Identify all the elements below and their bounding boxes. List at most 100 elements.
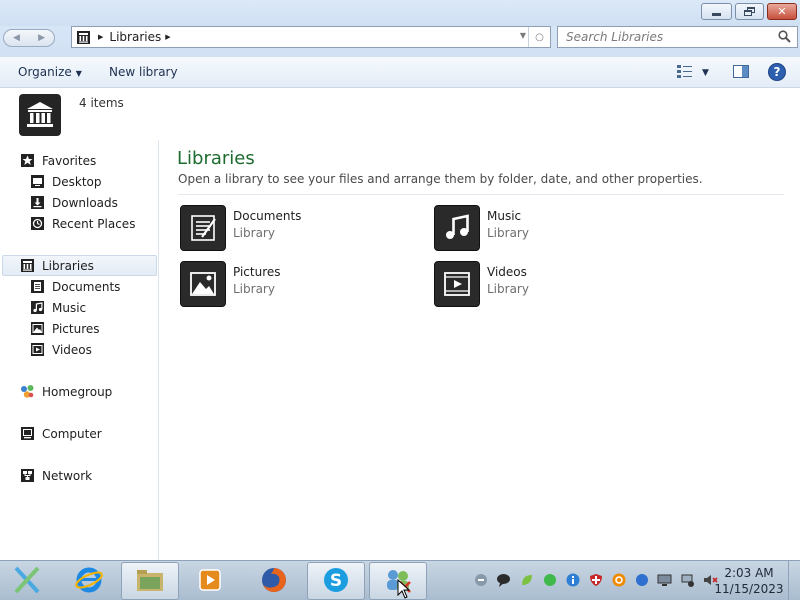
explorer-icon	[135, 567, 165, 596]
sidebar-item-music[interactable]: Music	[30, 297, 86, 318]
sidebar-item-network[interactable]: Network	[20, 465, 92, 486]
sidebar-item-label: Videos	[52, 342, 92, 357]
organize-label: Organize	[18, 65, 72, 79]
star-icon	[20, 153, 35, 168]
breadcrumb-libraries[interactable]: Libraries	[109, 30, 161, 44]
search-icon[interactable]	[778, 30, 791, 46]
forward-arrow-icon[interactable]: ▶	[38, 33, 45, 43]
address-history-dropdown-icon[interactable]: ▼	[520, 31, 526, 40]
change-view-button[interactable]: ▼	[677, 65, 709, 81]
sidebar-item-label: Libraries	[42, 258, 94, 273]
help-button[interactable]: ?	[768, 63, 786, 81]
library-tile-videos[interactable]: Videos Library	[434, 261, 664, 307]
tray-green-app-icon[interactable]	[541, 571, 558, 588]
library-name: Music	[487, 209, 522, 223]
minimize-button[interactable]	[701, 3, 732, 20]
sidebar-item-videos[interactable]: Videos	[30, 339, 92, 360]
breadcrumb-chevron-icon[interactable]: ▶	[165, 33, 170, 41]
address-bar[interactable]: ▶ Libraries ▶ ▼ ○	[71, 26, 551, 48]
item-count: 4 items	[79, 96, 124, 110]
sidebar-item-homegroup[interactable]: Homegroup	[20, 381, 112, 402]
refresh-icon[interactable]: ○	[528, 27, 550, 47]
back-arrow-icon[interactable]: ◀	[13, 33, 20, 43]
command-bar: Organize ▼ New library ▼ ?	[0, 57, 800, 88]
sidebar-item-computer[interactable]: Computer	[20, 423, 102, 444]
library-type: Library	[233, 226, 275, 240]
back-forward-buttons[interactable]: ◀ ▶	[3, 29, 55, 47]
taskbar-windows-explorer[interactable]	[121, 562, 179, 600]
start-icon	[10, 563, 44, 600]
restore-icon	[744, 7, 755, 16]
computer-icon	[20, 426, 35, 441]
downloads-icon	[30, 195, 45, 210]
start-button[interactable]	[0, 562, 54, 600]
skype-icon: S	[321, 565, 351, 598]
tray-leaf-icon[interactable]	[518, 571, 535, 588]
sidebar-item-pictures[interactable]: Pictures	[30, 318, 100, 339]
view-details-icon	[677, 65, 692, 81]
chevron-down-icon: ▼	[75, 69, 82, 78]
taskbar-internet-explorer[interactable]	[60, 562, 118, 600]
taskbar-firefox[interactable]	[245, 562, 303, 600]
tray-bluetooth-icon[interactable]	[633, 571, 650, 588]
view-options-chevron-icon[interactable]: ▼	[702, 68, 709, 78]
media-player-icon	[196, 566, 224, 597]
pictures-icon	[180, 261, 226, 307]
new-library-button[interactable]: New library	[109, 65, 178, 79]
library-type: Library	[233, 282, 275, 296]
sidebar-item-desktop[interactable]: Desktop	[30, 171, 102, 192]
content-area: Libraries Open a library to see your fil…	[160, 140, 800, 560]
preview-pane-button[interactable]	[733, 65, 749, 81]
libraries-icon	[72, 30, 94, 44]
minimize-icon	[712, 13, 721, 16]
sidebar-item-label: Desktop	[52, 174, 102, 189]
details-header: 4 items	[0, 88, 800, 140]
library-tile-documents[interactable]: Documents Library	[180, 205, 410, 251]
library-name: Videos	[487, 265, 527, 279]
system-tray	[472, 571, 719, 588]
sidebar-item-label: Computer	[42, 426, 102, 441]
library-tile-music[interactable]: Music Library	[434, 205, 664, 251]
tray-security-shield-icon[interactable]	[587, 571, 604, 588]
tray-chat-icon[interactable]	[472, 571, 489, 588]
tray-speech-bubble-icon[interactable]	[495, 571, 512, 588]
clock-date: 11/15/2023	[714, 582, 784, 596]
documents-icon	[180, 205, 226, 251]
tray-info-icon[interactable]	[564, 571, 581, 588]
tray-display-icon[interactable]	[656, 571, 673, 588]
sidebar-item-recent-places[interactable]: Recent Places	[30, 213, 135, 234]
libraries-large-icon	[19, 94, 61, 136]
restore-button[interactable]	[735, 3, 764, 20]
sidebar-item-downloads[interactable]: Downloads	[30, 192, 118, 213]
internet-explorer-icon	[74, 565, 104, 598]
sidebar-item-favorites[interactable]: Favorites	[20, 150, 96, 171]
network-icon	[20, 468, 35, 483]
svg-text:S: S	[330, 571, 342, 591]
tray-avast-icon[interactable]	[610, 571, 627, 588]
close-button[interactable]: ✕	[767, 3, 797, 20]
system-clock[interactable]: 2:03 AM 11/15/2023	[712, 565, 786, 597]
organize-menu-button[interactable]: Organize ▼	[18, 65, 82, 79]
sidebar-item-label: Documents	[52, 279, 121, 294]
libraries-icon	[20, 258, 35, 273]
search-input[interactable]	[566, 30, 766, 44]
search-box[interactable]	[557, 26, 798, 48]
desktop-icon	[30, 174, 45, 189]
taskbar-media-player[interactable]	[181, 562, 239, 600]
window-titlebar: ✕	[0, 0, 800, 26]
documents-icon	[30, 279, 45, 294]
taskbar-skype[interactable]: S	[307, 562, 365, 600]
library-type: Library	[487, 282, 529, 296]
videos-icon	[434, 261, 480, 307]
preview-pane-icon	[733, 65, 749, 81]
sidebar-item-documents[interactable]: Documents	[30, 276, 120, 297]
tray-network-icon[interactable]	[679, 571, 696, 588]
breadcrumb-separator-icon[interactable]: ▶	[98, 33, 103, 41]
recent-places-icon	[30, 216, 45, 231]
sidebar-item-libraries[interactable]: Libraries	[2, 255, 157, 276]
videos-icon	[30, 342, 45, 357]
show-desktop-button[interactable]	[788, 561, 800, 600]
sidebar-item-label: Homegroup	[42, 384, 113, 399]
homegroup-icon	[20, 384, 35, 399]
library-tile-pictures[interactable]: Pictures Library	[180, 261, 410, 307]
